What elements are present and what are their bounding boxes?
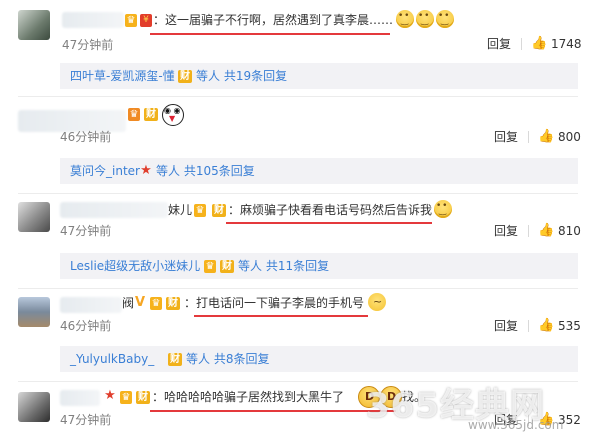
- vip-crown-icon: ♛: [128, 108, 140, 121]
- reply-summary-count[interactable]: 等人 共11条回复: [238, 259, 329, 273]
- comment-text: ：哈哈哈哈哈骗子居然找到大黑牛了: [152, 390, 345, 404]
- separator: [528, 320, 529, 332]
- comment-time: 47分钟前: [62, 38, 114, 52]
- reply-button[interactable]: 回复: [487, 37, 511, 51]
- username-suffix[interactable]: 阀: [122, 295, 134, 311]
- comment-item: ♛ 财 46分钟前 回复 👍 800 莫问今_inter ★ 等人 共105条回…: [0, 100, 591, 190]
- reply-button[interactable]: 回复: [494, 130, 518, 144]
- avatar[interactable]: [18, 297, 50, 327]
- reply-summary-user[interactable]: 四叶草-爱凯源玺-懂: [70, 69, 175, 83]
- divider: [18, 193, 578, 194]
- comment-time: 46分钟前: [60, 319, 112, 333]
- separator: [528, 225, 529, 237]
- star-icon: ★: [104, 388, 116, 403]
- funny-face-emoji-icon: [162, 104, 184, 126]
- reply-summary-count[interactable]: 等人 共8条回复: [186, 352, 269, 366]
- like-count: 535: [558, 319, 581, 333]
- highlight-underline: [150, 410, 396, 412]
- comment-text: ：这一届骗子不行啊，居然遇到了真李晨……: [153, 13, 394, 27]
- highlight-underline: [150, 33, 390, 35]
- thumbs-up-icon[interactable]: 👍: [538, 130, 554, 144]
- cai-badge-icon: 财: [144, 108, 158, 121]
- star-icon: ★: [140, 163, 152, 178]
- comment-text: ：打电话问一下骗子李晨的手机号: [184, 296, 365, 310]
- thumbs-up-icon[interactable]: 👍: [538, 319, 554, 333]
- cai-badge-icon: 财: [136, 391, 150, 404]
- username-blurred[interactable]: [60, 202, 168, 218]
- comment-time: 46分钟前: [60, 130, 112, 144]
- laughing-cat-emoji-icon: [434, 200, 452, 218]
- avatar[interactable]: [18, 10, 50, 40]
- verified-v-icon: V: [134, 295, 146, 310]
- highlight-underline: [194, 315, 368, 317]
- username-blurred[interactable]: [60, 390, 100, 406]
- reply-summary-user[interactable]: Leslie超级无敌小迷妹儿: [70, 259, 200, 273]
- username-blurred[interactable]: [62, 12, 124, 28]
- cai-badge-icon: 财: [212, 204, 226, 217]
- vip-crown-icon: ♛: [150, 297, 162, 310]
- comment-time: 47分钟前: [60, 224, 112, 238]
- watermark-url: www.365jd.com: [468, 418, 564, 432]
- comment-item: 阀 V ♛ 财 ：打电话问一下骗子李晨的手机号 46分钟前 回复 👍 535 _…: [0, 293, 591, 373]
- reply-summary-count[interactable]: 等人 共105条回复: [156, 164, 255, 178]
- reply-summary[interactable]: 莫问今_inter ★ 等人 共105条回复: [60, 158, 578, 184]
- sweat-emoji-icon: [368, 293, 386, 311]
- reply-summary[interactable]: 四叶草-爱凯源玺-懂 财 等人 共19条回复: [60, 63, 578, 89]
- laughing-cat-emoji-icon: [436, 10, 454, 28]
- like-count: 800: [558, 130, 581, 144]
- username-suffix[interactable]: 妹儿: [168, 202, 192, 218]
- cai-badge-icon: 财: [220, 260, 234, 273]
- cai-badge-icon: 财: [178, 70, 192, 83]
- reply-summary[interactable]: _YulyulkBaby_ 财 等人 共8条回复: [60, 346, 578, 372]
- separator: [528, 131, 529, 143]
- cai-badge-icon: 财: [166, 297, 180, 310]
- divider: [18, 288, 578, 289]
- laughing-cat-emoji-icon: [396, 10, 414, 28]
- cai-badge-icon: 财: [168, 353, 182, 366]
- red-envelope-icon: ¥: [140, 14, 152, 27]
- thumbs-up-icon[interactable]: 👍: [531, 37, 547, 51]
- comment-item: 妹儿 ♛ 财 ：麻烦骗子快看看电话号码然后告诉我 47分钟前 回复 👍 810 …: [0, 198, 591, 279]
- comment-time: 47分钟前: [60, 413, 112, 427]
- reply-summary-user[interactable]: 莫问今_inter: [70, 164, 140, 178]
- vip-crown-icon: ♛: [125, 14, 137, 27]
- avatar[interactable]: [18, 202, 50, 232]
- reply-summary-count[interactable]: 等人 共19条回复: [196, 69, 287, 83]
- reply-button[interactable]: 回复: [494, 319, 518, 333]
- thumbs-up-icon[interactable]: 👍: [538, 224, 554, 238]
- reply-button[interactable]: 回复: [494, 224, 518, 238]
- vip-crown-icon: ♛: [204, 260, 216, 273]
- highlight-underline: [226, 222, 432, 224]
- username-blurred[interactable]: [18, 110, 126, 132]
- like-count: 810: [558, 224, 581, 238]
- comment-item: ♛ ¥ ：这一届骗子不行啊，居然遇到了真李晨…… 47分钟前 回复 👍 1748…: [0, 6, 591, 89]
- vip-crown-icon: ♛: [194, 204, 206, 217]
- vip-crown-icon: ♛: [120, 391, 132, 404]
- like-count: 1748: [551, 37, 582, 51]
- laughing-cat-emoji-icon: [416, 10, 434, 28]
- avatar[interactable]: [18, 392, 50, 422]
- reply-summary[interactable]: Leslie超级无敌小迷妹儿 ♛ 财 等人 共11条回复: [60, 253, 578, 279]
- separator: [521, 38, 522, 50]
- username-blurred[interactable]: [60, 297, 122, 313]
- comment-text: ：麻烦骗子快看看电话号码然后告诉我: [228, 203, 433, 217]
- reply-summary-user[interactable]: _YulyulkBaby_: [70, 352, 154, 366]
- divider: [18, 96, 578, 97]
